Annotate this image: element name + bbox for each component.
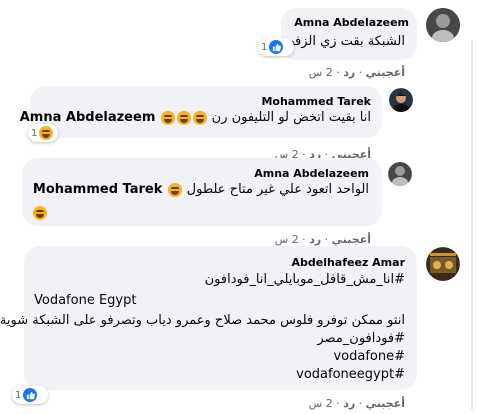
reply-link[interactable]: رد: [343, 397, 355, 410]
reply-link[interactable]: رد: [309, 233, 321, 246]
comment-author[interactable]: Abdelhafeez Amar: [291, 256, 405, 269]
reaction-badge[interactable]: 1: [12, 386, 48, 404]
mention-link[interactable]: Amna Abdelazeem: [20, 110, 156, 125]
haha-icon: [39, 126, 54, 140]
reaction-badge[interactable]: 1: [258, 38, 294, 56]
haha-emoji-icon: [176, 110, 191, 125]
comment-line[interactable]: Vodafone Egypt: [34, 293, 136, 308]
reaction-count: 1: [261, 41, 268, 53]
timestamp[interactable]: 2 س: [309, 397, 333, 410]
thread-line: [471, 40, 473, 410]
like-link[interactable]: أعجبني: [366, 66, 405, 79]
avatar[interactable]: [426, 247, 460, 281]
comment-text: الشبكة بقت زي الزفت: [282, 34, 405, 49]
haha-emoji-icon: [167, 182, 182, 197]
comment-author[interactable]: Amna Abdelazeem: [294, 16, 409, 29]
comment-line[interactable]: #فودافون_مصر: [317, 331, 405, 346]
comment-actions: أعجبني · رد · 2 س: [274, 233, 371, 246]
reaction-badge[interactable]: 1: [28, 124, 58, 142]
haha-emoji-icon: [192, 110, 207, 125]
avatar[interactable]: [389, 88, 413, 112]
haha-emoji-line: [32, 202, 48, 221]
reaction-count: 1: [31, 127, 38, 139]
comment-body: انا بقيت اتخض لو التليفون رن: [211, 110, 371, 125]
haha-emoji-icon: [160, 110, 175, 125]
comment-actions: أعجبني · رد · 2 س: [308, 397, 405, 410]
reaction-count: 1: [15, 389, 22, 401]
comment-text: انا بقيت اتخض لو التليفون رن Amna Abdela…: [20, 110, 371, 125]
like-icon: [23, 388, 38, 402]
comment-body: الواحد اتعود علي غير متاح علطول: [186, 182, 369, 197]
timestamp[interactable]: 2 س: [309, 66, 333, 79]
comment-line: انتو ممكن توفرو فلوس محمد صلاح وعمرو ديا…: [0, 313, 405, 328]
reply-link[interactable]: رد: [343, 66, 355, 79]
like-link[interactable]: أعجبني: [332, 233, 371, 246]
comment-author[interactable]: Mohammed Tarek: [261, 95, 371, 108]
like-link[interactable]: أعجبني: [366, 397, 405, 410]
comment-actions: أعجبني · رد · 2 س: [308, 66, 405, 79]
comment-text: الواحد اتعود علي غير متاح علطول Mohammed…: [33, 182, 369, 197]
avatar[interactable]: [388, 162, 412, 186]
mention-link[interactable]: Mohammed Tarek: [33, 182, 162, 197]
like-icon: [269, 40, 284, 54]
timestamp[interactable]: 2 س: [275, 233, 299, 246]
comment-line[interactable]: #انا_مش_قافل_موبايلي_انا_فودافون: [205, 272, 405, 287]
avatar[interactable]: [426, 8, 460, 42]
haha-emoji-icon: [33, 205, 47, 220]
comment-line[interactable]: #vodafoneegypt: [296, 367, 405, 382]
comment-line[interactable]: #vodafone: [333, 349, 405, 364]
comment-author[interactable]: Amna Abdelazeem: [254, 167, 369, 180]
